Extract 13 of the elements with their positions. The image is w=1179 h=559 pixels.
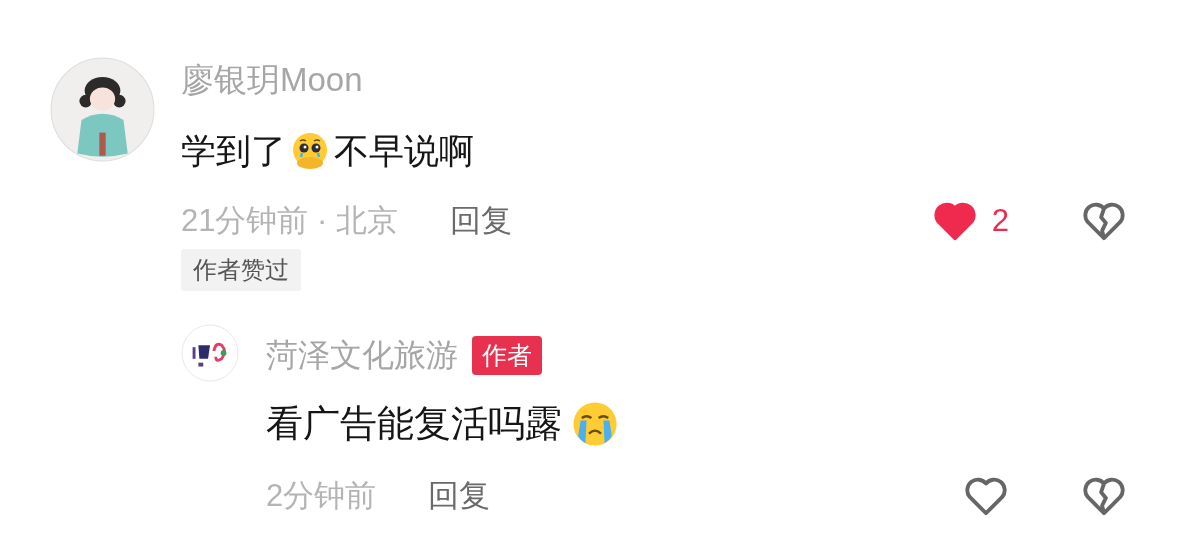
comment-text: 不早说啊 [334,129,474,172]
like-count: 2 [991,203,1009,239]
author-liked-tag: 作者赞过 [181,249,301,291]
emoji-icon [290,131,330,171]
reply-button[interactable]: 回复 [450,200,513,242]
reply-button[interactable]: 回复 [428,475,491,517]
comment-text: 看广告能复活吗露 [266,402,562,446]
comment-time: 2分钟前 [266,477,377,515]
author-badge: 作者 [472,335,542,375]
user-avatar[interactable] [50,57,155,162]
user-avatar[interactable] [181,324,239,382]
comment-time: 21分钟前 · 北京 [181,202,399,240]
comment-text: 学到了 [181,129,286,172]
